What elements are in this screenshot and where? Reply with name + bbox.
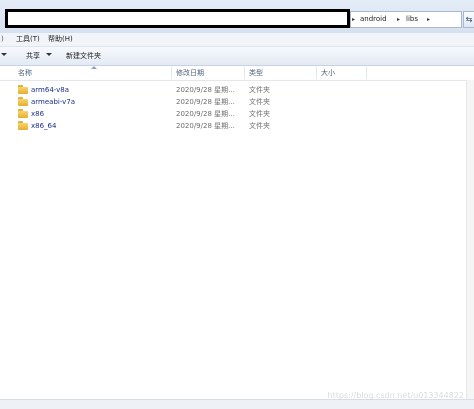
column-divider[interactable] (244, 67, 245, 79)
folder-icon (18, 85, 28, 94)
breadcrumb-libs[interactable]: libs (406, 15, 418, 23)
breadcrumb-separator-icon[interactable]: ▸ (352, 16, 355, 23)
file-name[interactable]: arm64-v8a (31, 86, 69, 95)
file-type: 文件夹 (249, 98, 270, 106)
folder-icon (18, 121, 28, 130)
breadcrumb-separator-icon[interactable]: ▸ (397, 16, 400, 23)
breadcrumb-separator-icon[interactable]: ▸ (427, 16, 430, 23)
sort-ascending-icon (91, 66, 97, 69)
list-item[interactable]: arm64-v8a 2020/9/28 星期... 文件夹 (0, 84, 474, 96)
address-bar-row: ▸ android ▸ libs ▸ ⇆ (0, 0, 474, 34)
file-date: 2020/9/28 星期... (176, 110, 235, 118)
folder-icon (18, 109, 28, 118)
menu-separator: ) (1, 35, 4, 43)
share-dropdown-icon[interactable] (46, 53, 52, 56)
file-date: 2020/9/28 星期... (176, 122, 235, 130)
file-type: 文件夹 (249, 122, 270, 130)
address-bar[interactable]: ▸ android ▸ libs ▸ (350, 11, 462, 28)
column-size[interactable]: 大小 (321, 69, 335, 78)
file-date: 2020/9/28 星期... (176, 98, 235, 106)
file-name[interactable]: armeabi-v7a (31, 98, 75, 107)
column-header-row: 名称 修改日期 类型 大小 (0, 66, 474, 81)
vertical-scrollbar[interactable] (466, 80, 474, 399)
column-date-modified[interactable]: 修改日期 (176, 69, 204, 78)
list-item[interactable]: armeabi-v7a 2020/9/28 星期... 文件夹 (0, 96, 474, 108)
column-type[interactable]: 类型 (249, 69, 263, 78)
command-bar: 共享 新建文件夹 (0, 47, 474, 66)
column-divider[interactable] (366, 67, 367, 79)
watermark-text: https://blog.csdn.net/u013344822 (327, 391, 464, 400)
menu-help[interactable]: 帮助(H) (46, 34, 75, 45)
file-list: arm64-v8a 2020/9/28 星期... 文件夹 armeabi-v7… (0, 84, 474, 140)
column-divider[interactable] (316, 67, 317, 79)
refresh-icon[interactable]: ⇆ (463, 11, 474, 28)
organize-dropdown-icon[interactable] (1, 53, 7, 56)
menu-bar: ) 工具(T) 帮助(H) (0, 33, 474, 47)
file-name[interactable]: x86 (31, 110, 44, 119)
file-date: 2020/9/28 星期... (176, 86, 235, 94)
menu-tools[interactable]: 工具(T) (14, 34, 42, 45)
status-bar (0, 399, 474, 409)
folder-icon (18, 97, 28, 106)
breadcrumb-android[interactable]: android (360, 15, 387, 23)
column-divider[interactable] (171, 67, 172, 79)
file-type: 文件夹 (249, 86, 270, 94)
share-button[interactable]: 共享 (26, 51, 40, 61)
redacted-address-region (5, 9, 350, 28)
file-name[interactable]: x86_64 (31, 122, 56, 131)
list-item[interactable]: x86_64 2020/9/28 星期... 文件夹 (0, 120, 474, 132)
explorer-window: ▸ android ▸ libs ▸ ⇆ ) 工具(T) 帮助(H) 共享 新建… (0, 0, 474, 409)
list-item[interactable]: x86 2020/9/28 星期... 文件夹 (0, 108, 474, 120)
new-folder-button[interactable]: 新建文件夹 (66, 51, 101, 61)
column-name[interactable]: 名称 (18, 69, 32, 78)
file-type: 文件夹 (249, 110, 270, 118)
